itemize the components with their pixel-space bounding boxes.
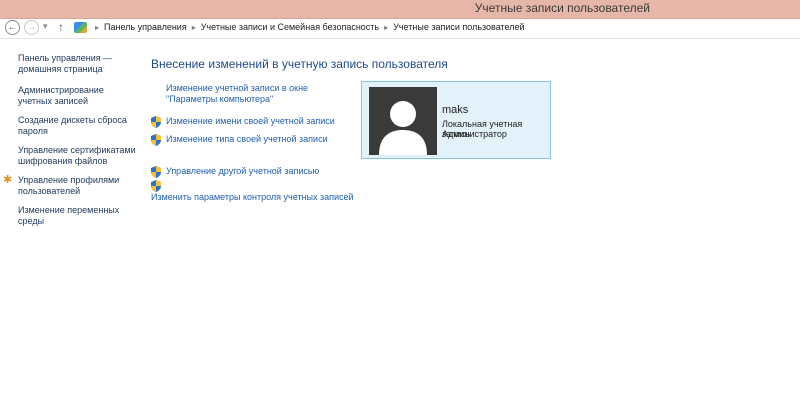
page-title: Внесение изменений в учетную запись поль… <box>151 57 448 71</box>
arrow-right-icon: → <box>26 22 37 33</box>
sidebar-item-manage-accounts[interactable]: Администрирование учетных записей <box>18 85 136 107</box>
control-panel-icon <box>74 22 87 33</box>
sidebar-item-reset-disk[interactable]: Создание дискеты сброса пароля <box>18 115 136 137</box>
breadcrumb-item-accounts-family[interactable]: Учетные записи и Семейная безопасность <box>201 22 379 32</box>
action-change-type[interactable]: Изменение типа своей учетной записи <box>151 134 356 146</box>
action-label[interactable]: Управление другой учетной записью <box>166 166 319 177</box>
action-pc-settings[interactable]: Изменение учетной записи в окне "Парамет… <box>151 83 356 105</box>
account-name: maks <box>442 104 469 116</box>
sidebar-item-home[interactable]: Панель управления — домашняя страница <box>18 53 136 75</box>
uac-shield-icon <box>151 116 161 128</box>
recent-pages-dropdown-icon[interactable]: ▾ <box>43 21 48 32</box>
action-label[interactable]: Изменение типа своей учетной записи <box>166 134 328 145</box>
breadcrumb: ▸ Панель управления ▸ Учетные записи и С… <box>90 22 525 32</box>
action-label[interactable]: Изменение учетной записи в окне "Парамет… <box>166 83 356 105</box>
user-silhouette-icon <box>369 87 437 155</box>
sidebar-item-profiles-wrap: ✱ Управление профилями пользователей <box>3 175 136 197</box>
sidebar-item-env-vars[interactable]: Изменение переменных среды <box>18 205 136 227</box>
breadcrumb-chevron-icon[interactable]: ▸ <box>384 23 388 32</box>
window-title: Учетные записи пользователей <box>474 1 650 15</box>
action-label[interactable]: Изменение имени своей учетной записи <box>166 116 335 127</box>
action-change-name[interactable]: Изменение имени своей учетной записи <box>151 116 356 128</box>
breadcrumb-item-control-panel[interactable]: Панель управления <box>104 22 187 32</box>
avatar <box>369 87 437 155</box>
forward-button[interactable]: → <box>24 20 39 35</box>
arrow-up-icon: ↑ <box>58 20 64 34</box>
sidebar-item-certificates[interactable]: Управление сертификатами шифрования файл… <box>18 145 136 167</box>
sidebar: Панель управления — домашняя страница Ад… <box>3 53 136 235</box>
uac-shield-icon <box>151 166 161 178</box>
back-button[interactable]: ← <box>5 20 20 35</box>
uac-shield-icon <box>151 180 161 192</box>
uac-shield-icon <box>151 134 161 146</box>
action-uac-settings[interactable]: Изменить параметры контроля учетных запи… <box>151 180 356 203</box>
breadcrumb-item-user-accounts[interactable]: Учетные записи пользователей <box>393 22 524 32</box>
arrow-left-icon: ← <box>7 22 18 33</box>
account-card: maks Локальная учетная запись Администра… <box>361 81 551 159</box>
breadcrumb-chevron-icon[interactable]: ▸ <box>192 23 196 32</box>
breadcrumb-chevron-icon: ▸ <box>95 22 100 32</box>
actions-list: Изменение учетной записи в окне "Парамет… <box>151 83 356 203</box>
star-icon: ✱ <box>3 174 13 186</box>
navigation-bar: ← → ▾ ↑ ▸ Панель управления ▸ Учетные за… <box>0 19 800 39</box>
action-manage-other[interactable]: Управление другой учетной записью <box>151 166 356 178</box>
sidebar-item-profiles[interactable]: Управление профилями пользователей <box>18 175 136 197</box>
account-role: Администратор <box>442 129 507 139</box>
title-bar: Учетные записи пользователей <box>0 0 800 19</box>
action-label[interactable]: Изменить параметры контроля учетных запи… <box>151 192 356 203</box>
up-button[interactable]: ↑ <box>58 20 64 34</box>
